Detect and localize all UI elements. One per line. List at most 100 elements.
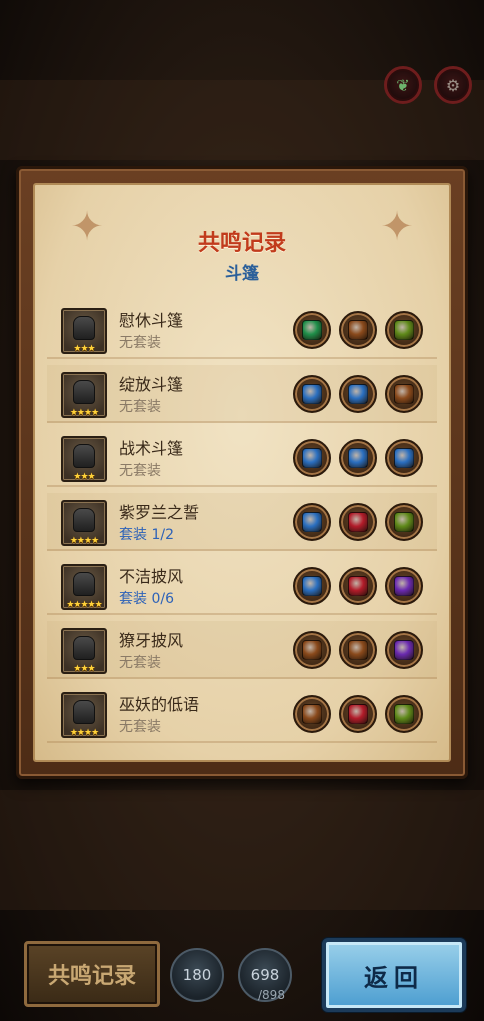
gem-slots xyxy=(293,439,423,477)
resource-value-2: 698 xyxy=(250,966,280,984)
blue-gem-icon[interactable] xyxy=(339,439,377,477)
panel-subtitle: 斗篷 xyxy=(225,264,259,284)
star-rating: ★★★★★ xyxy=(66,600,102,610)
gem-core xyxy=(394,512,414,532)
gem-core xyxy=(394,384,414,404)
purple-gem-icon[interactable] xyxy=(385,631,423,669)
olive-gem-icon[interactable] xyxy=(385,503,423,541)
gem-core xyxy=(302,576,322,596)
blue-gem-icon[interactable] xyxy=(293,503,331,541)
top-right-controls: ❦ ⚙ xyxy=(384,66,472,104)
resource-max-2: /898 xyxy=(258,988,285,1002)
gem-core xyxy=(348,384,368,404)
brown-gem-icon[interactable] xyxy=(293,631,331,669)
red-gem-icon[interactable] xyxy=(339,695,377,733)
blue-gem-icon[interactable] xyxy=(293,375,331,413)
red-gem-icon[interactable] xyxy=(339,567,377,605)
cloak-graphic xyxy=(73,380,95,404)
gem-core xyxy=(302,512,322,532)
cloak-icon[interactable]: ★★★ xyxy=(61,308,107,354)
brown-gem-icon[interactable] xyxy=(293,695,331,733)
red-gem-icon[interactable] xyxy=(339,503,377,541)
blue-gem-icon[interactable] xyxy=(293,439,331,477)
gem-slots xyxy=(293,375,423,413)
blue-gem-icon[interactable] xyxy=(385,439,423,477)
item-name: 巫妖的低语 xyxy=(119,695,200,714)
blue-gem-icon[interactable] xyxy=(293,567,331,605)
cloak-graphic xyxy=(73,316,95,340)
gem-core xyxy=(302,320,322,340)
item-name: 慰休斗篷 xyxy=(119,311,184,330)
gem-core xyxy=(302,384,322,404)
star-rating: ★★★ xyxy=(73,472,95,482)
list-item[interactable]: ★★★★ 紫罗兰之誓套装 1/2 xyxy=(47,493,437,551)
gem-core xyxy=(394,640,414,660)
dragon-icon[interactable]: ❦ xyxy=(384,66,422,104)
green-gem-icon[interactable] xyxy=(293,311,331,349)
star-rating: ★★★★ xyxy=(69,728,99,738)
gem-core xyxy=(348,704,368,724)
parchment: ✦ ✦ 共鸣记录 斗篷 ★★★ 慰休斗篷 无套装 ★★★★ 绽放斗篷 无套装 ★★★ 战术斗篷… xyxy=(33,183,451,762)
set-info: 套装 1/2 xyxy=(119,527,174,543)
background-shelf xyxy=(0,790,484,910)
cloak-icon[interactable]: ★★★ xyxy=(61,436,107,482)
brown-gem-icon[interactable] xyxy=(339,311,377,349)
set-info: 无套装 xyxy=(119,719,161,735)
item-name: 紫罗兰之誓 xyxy=(119,503,200,522)
resource-badge-1[interactable]: 180 xyxy=(170,948,224,1002)
cloak-graphic xyxy=(73,572,95,596)
list-item[interactable]: ★★★★★ 不洁披风套装 0/6 xyxy=(47,557,437,615)
cloak-icon[interactable]: ★★★★★ xyxy=(61,564,107,610)
gem-core xyxy=(302,448,322,468)
gem-core xyxy=(394,576,414,596)
gem-core xyxy=(348,576,368,596)
cloak-icon[interactable]: ★★★ xyxy=(61,628,107,674)
list-item[interactable]: ★★★★ 绽放斗篷无套装 xyxy=(47,365,437,423)
item-name: 绽放斗篷 xyxy=(119,375,184,394)
list-item[interactable]: ★★★ 战术斗篷无套装 xyxy=(47,429,437,487)
set-info: 无套装 xyxy=(119,655,161,671)
gem-core xyxy=(394,320,414,340)
gem-core xyxy=(394,448,414,468)
blue-gem-icon[interactable] xyxy=(339,375,377,413)
gem-slots xyxy=(293,567,423,605)
resonance-record-panel: ✦ ✦ 共鸣记录 斗篷 ★★★ 慰休斗篷 无套装 ★★★★ 绽放斗篷 无套装 ★★★ 战术斗篷… xyxy=(16,166,468,779)
cloak-graphic xyxy=(73,508,95,532)
list-item[interactable]: ★★★★ 巫妖的低语无套装 xyxy=(47,685,437,743)
item-name: 战术斗篷 xyxy=(119,439,184,458)
star-rating: ★★★★ xyxy=(69,408,99,418)
cloak-icon[interactable]: ★★★★ xyxy=(61,692,107,738)
cloak-icon[interactable]: ★★★★ xyxy=(61,500,107,546)
cloak-graphic xyxy=(73,444,95,468)
item-list[interactable]: ★★★ 慰休斗篷 无套装 ★★★★ 绽放斗篷 无套装 ★★★ 战术斗篷 无套装 ★★★★ 紫罗兰之誓… xyxy=(47,305,437,757)
set-info: 无套装 xyxy=(119,399,161,415)
list-item[interactable]: ★★★ 獠牙披风无套装 xyxy=(47,621,437,679)
gem-core xyxy=(348,512,368,532)
item-name: 獠牙披风 xyxy=(119,631,184,650)
panel-title: 共鸣记录 xyxy=(197,231,286,256)
purple-gem-icon[interactable] xyxy=(385,567,423,605)
gem-core xyxy=(348,448,368,468)
return-button[interactable]: 返回 xyxy=(322,938,466,1012)
olive-gem-icon[interactable] xyxy=(385,695,423,733)
star-rating: ★★★★ xyxy=(69,536,99,546)
gem-slots xyxy=(293,631,423,669)
set-info: 套装 0/6 xyxy=(119,591,174,607)
brown-gem-icon[interactable] xyxy=(339,631,377,669)
resonance-record-button[interactable]: 共鸣记录 xyxy=(24,941,160,1007)
list-item[interactable]: ★★★ 慰休斗篷 无套装 xyxy=(47,305,437,359)
star-rating: ★★★ xyxy=(73,344,95,354)
brown-gem-icon[interactable] xyxy=(385,375,423,413)
cloak-graphic xyxy=(73,700,95,724)
resource-value-1: 180 xyxy=(182,966,212,984)
item-name: 不洁披风 xyxy=(119,567,184,586)
gem-core xyxy=(302,704,322,724)
set-info: 无套装 xyxy=(119,463,161,479)
gear-icon[interactable]: ⚙ xyxy=(434,66,472,104)
star-rating: ★★★ xyxy=(73,664,95,674)
gem-slots xyxy=(293,695,423,733)
gem-core xyxy=(348,640,368,660)
cloak-graphic xyxy=(73,636,95,660)
olive-gem-icon[interactable] xyxy=(385,311,423,349)
cloak-icon[interactable]: ★★★★ xyxy=(61,372,107,418)
